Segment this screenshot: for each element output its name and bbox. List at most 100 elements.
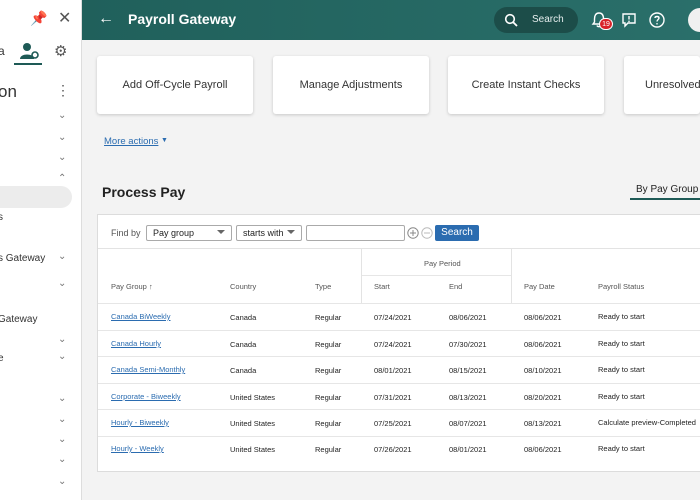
sidebar-item-2[interactable]: s Gateway — [0, 253, 45, 264]
chevron-down-icon[interactable]: ⌄ — [58, 476, 66, 487]
pay-date-cell: 08/20/2021 — [524, 393, 562, 402]
status-cell: Ready to start — [598, 365, 645, 374]
remove-filter-icon[interactable] — [421, 227, 433, 239]
sidebar-item-selected[interactable] — [0, 186, 72, 208]
active-tab-indicator — [630, 198, 700, 200]
search-icon — [504, 13, 518, 27]
pay-group-link[interactable]: Hourly - Biweekly — [111, 418, 169, 427]
pay-group-link[interactable]: Canada BiWeekly — [111, 312, 170, 321]
column-header-type[interactable]: Type — [315, 282, 331, 291]
more-vert-icon[interactable]: ⋮ — [56, 82, 70, 99]
field-select[interactable]: Pay group — [146, 225, 232, 241]
manage-adjustments-card[interactable]: Manage Adjustments — [273, 56, 429, 114]
sidebar-item-1[interactable]: s — [0, 212, 3, 223]
page-title: Payroll Gateway — [128, 11, 237, 27]
row-divider — [98, 409, 700, 410]
status-cell: Calculate preview-Completed — [598, 418, 696, 427]
notification-badge: 19 — [599, 18, 613, 30]
left-sidebar: 📌 ✕ a ⚙ on ⋮ ⌄ ⌄ ⌄ ⌃ s s Gateway ⌄ ⌄ Gat… — [0, 0, 82, 500]
back-arrow-icon[interactable]: ← — [98, 10, 114, 28]
column-header-end[interactable]: End — [449, 282, 462, 291]
add-filter-icon[interactable] — [407, 227, 419, 239]
type-cell: Regular — [315, 419, 342, 428]
column-header-pay-group[interactable]: Pay Group ↑ — [111, 282, 153, 291]
pay-group-link[interactable]: Hourly - Weekly — [111, 444, 164, 453]
column-header-pay-date[interactable]: Pay Date — [524, 282, 555, 291]
header-search-button[interactable]: Search — [494, 7, 578, 33]
field-select-value: Pay group — [153, 228, 195, 238]
start-cell: 07/31/2021 — [374, 393, 412, 402]
feedback-icon[interactable] — [620, 11, 638, 29]
chevron-down-icon[interactable]: ⌄ — [58, 454, 66, 465]
avatar[interactable] — [688, 8, 700, 32]
country-cell: United States — [230, 419, 276, 428]
sidebar-item-4[interactable]: e — [0, 353, 4, 364]
column-header-payroll-status[interactable]: Payroll Status — [598, 282, 644, 291]
sidebar-item-3[interactable]: Gateway — [0, 314, 37, 325]
help-icon[interactable] — [648, 11, 666, 29]
user-settings-icon[interactable] — [18, 40, 40, 62]
chevron-down-icon[interactable]: ⌄ — [58, 251, 66, 262]
start-cell: 08/01/2021 — [374, 366, 412, 375]
chevron-down-icon[interactable]: ⌄ — [58, 132, 66, 143]
search-button[interactable]: Search — [435, 225, 479, 241]
start-cell: 07/24/2021 — [374, 340, 412, 349]
sidebar-title: on — [0, 82, 17, 101]
type-cell: Regular — [315, 445, 342, 454]
pin-icon[interactable]: 📌 — [30, 10, 47, 27]
chevron-down-icon[interactable]: ⌄ — [58, 110, 66, 121]
pay-group-link[interactable]: Canada Hourly — [111, 339, 161, 348]
start-cell: 07/24/2021 — [374, 313, 412, 322]
header-divider — [362, 275, 511, 276]
column-header-label: Pay Group — [111, 282, 147, 291]
type-cell: Regular — [315, 313, 342, 322]
start-cell: 07/25/2021 — [374, 419, 412, 428]
chevron-down-icon[interactable]: ⌄ — [58, 393, 66, 404]
column-header-country[interactable]: Country — [230, 282, 256, 291]
country-cell: Canada — [230, 366, 257, 375]
country-cell: Canada — [230, 340, 257, 349]
chevron-down-icon[interactable]: ⌄ — [58, 351, 66, 362]
create-instant-checks-card[interactable]: Create Instant Checks — [448, 56, 604, 114]
gear-icon[interactable]: ⚙ — [54, 42, 67, 60]
tab-by-pay-group[interactable]: By Pay Group — [636, 184, 698, 195]
country-cell: United States — [230, 393, 276, 402]
section-title: Process Pay — [102, 184, 186, 200]
sidebar-top-controls: 📌 ✕ — [28, 8, 81, 30]
pay-date-cell: 08/06/2021 — [524, 313, 562, 322]
chevron-up-icon[interactable]: ⌃ — [58, 173, 66, 184]
country-cell: United States — [230, 445, 276, 454]
close-icon[interactable]: ✕ — [58, 8, 71, 28]
pay-date-cell: 08/06/2021 — [524, 340, 562, 349]
active-tab-indicator — [14, 63, 42, 65]
row-divider — [98, 303, 700, 304]
filter-value-input[interactable] — [306, 225, 405, 241]
type-cell: Regular — [315, 393, 342, 402]
status-cell: Ready to start — [598, 392, 645, 401]
end-cell: 08/01/2021 — [449, 445, 487, 454]
pay-date-cell: 08/13/2021 — [524, 419, 562, 428]
chevron-down-icon[interactable]: ⌄ — [58, 152, 66, 163]
caret-down-icon[interactable]: ▼ — [161, 137, 168, 144]
process-pay-panel: Find by Pay group starts with Search Pay… — [97, 214, 700, 472]
column-header-start[interactable]: Start — [374, 282, 390, 291]
chevron-down-icon[interactable]: ⌄ — [58, 278, 66, 289]
operator-select[interactable]: starts with — [236, 225, 302, 241]
pay-date-cell: 08/10/2021 — [524, 366, 562, 375]
more-actions-link[interactable]: More actions — [104, 136, 158, 147]
unresolved-card[interactable]: Unresolved — [624, 56, 700, 114]
chevron-down-icon[interactable]: ⌄ — [58, 334, 66, 345]
chevron-down-icon[interactable]: ⌄ — [58, 414, 66, 425]
pay-group-link[interactable]: Canada Semi-Monthly — [111, 365, 185, 374]
sidebar-tab-partial[interactable]: a — [0, 44, 5, 58]
operator-select-value: starts with — [243, 228, 284, 238]
sidebar-tabs: a ⚙ — [0, 40, 81, 65]
start-cell: 07/26/2021 — [374, 445, 412, 454]
add-off-cycle-payroll-card[interactable]: Add Off-Cycle Payroll — [97, 56, 253, 114]
end-cell: 08/07/2021 — [449, 419, 487, 428]
end-cell: 08/06/2021 — [449, 313, 487, 322]
pay-group-link[interactable]: Corporate - Biweekly — [111, 392, 181, 401]
row-divider — [98, 356, 700, 357]
chevron-down-icon[interactable]: ⌄ — [58, 434, 66, 445]
sort-ascending-icon: ↑ — [148, 282, 153, 291]
